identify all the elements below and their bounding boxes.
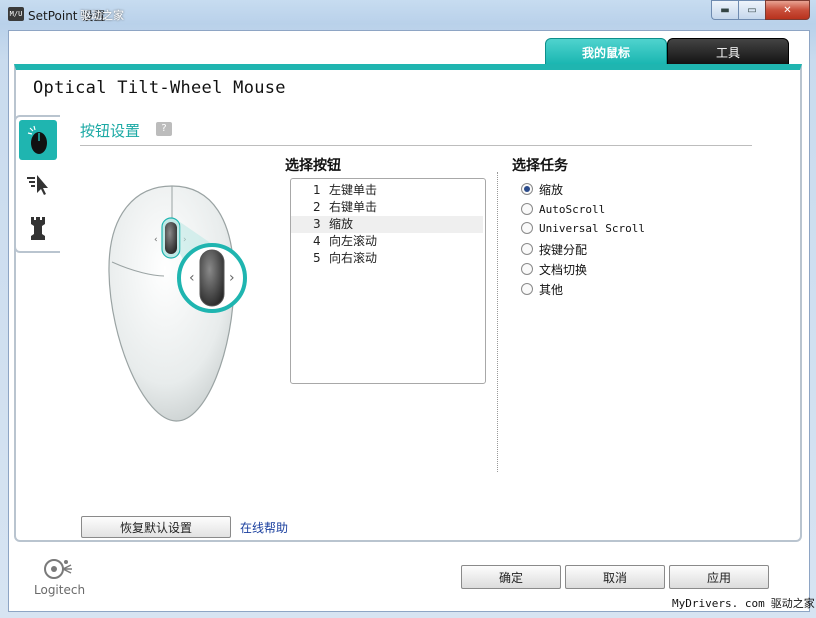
cancel-button[interactable]: 取消	[565, 565, 665, 589]
task-option-label: Universal Scroll	[539, 221, 645, 235]
watermark-cn: 驱动之家	[770, 597, 815, 610]
svg-text:›: ›	[229, 270, 235, 286]
button-list[interactable]: 1 左键单击 2 右键单击 3 缩放 4 向左滚动 5 向右滚动	[290, 178, 486, 384]
list-item-number: 4	[313, 234, 321, 248]
task-option-label: 文档切换	[539, 262, 588, 277]
list-item-selected[interactable]: 3 缩放	[291, 216, 483, 233]
side-tab-buttons[interactable]	[19, 120, 57, 160]
list-item-number: 3	[313, 217, 321, 231]
mouse-illustration: ‹ › ‹ ›	[104, 180, 254, 430]
window-controls: ▬ ▭ ✕	[711, 0, 810, 20]
list-item-number: 2	[313, 200, 321, 214]
list-item-label: 右键单击	[329, 200, 378, 214]
list-item[interactable]: 1 左键单击	[291, 182, 483, 199]
mouse-buttons-icon	[27, 125, 47, 154]
radio-button[interactable]	[521, 263, 533, 275]
help-icon[interactable]: ?	[156, 122, 172, 136]
radio-button[interactable]	[521, 183, 533, 195]
task-option-universal-scroll[interactable]: Universal Scroll	[521, 220, 645, 236]
select-button-title: 选择按钮	[285, 158, 341, 174]
list-item[interactable]: 4 向左滚动	[291, 233, 483, 250]
radio-button[interactable]	[521, 203, 533, 215]
list-item-label: 左键单击	[329, 183, 378, 197]
list-item[interactable]: 5 向右滚动	[291, 250, 483, 267]
section-title: 按钮设置	[80, 122, 141, 140]
title-bar: M/U SetPoint 设置 驱动之家 ▬ ▭ ✕	[0, 0, 816, 28]
list-item-label: 向右滚动	[329, 251, 378, 265]
task-option-keystroke[interactable]: 按键分配	[521, 241, 587, 257]
tab-my-mouse[interactable]: 我的鼠标	[545, 38, 667, 66]
task-option-doc-switch[interactable]: 文档切换	[521, 261, 587, 277]
svg-text:‹: ‹	[154, 235, 158, 245]
ok-button[interactable]: 确定	[461, 565, 561, 589]
radio-button[interactable]	[521, 283, 533, 295]
watermark-overlay: 驱动之家	[80, 9, 124, 22]
app-icon: M/U	[8, 7, 24, 21]
online-help-link[interactable]: 在线帮助	[240, 519, 288, 536]
restore-defaults-button[interactable]: 恢复默认设置	[81, 516, 231, 538]
radio-button[interactable]	[521, 243, 533, 255]
tab-tools[interactable]: 工具	[667, 38, 789, 66]
bottom-watermark: MyDrivers. com 驱动之家	[672, 595, 815, 611]
setpoint-window: M/U SetPoint 设置 驱动之家 ▬ ▭ ✕ 我的鼠标 工具 Optic…	[0, 0, 816, 618]
task-option-label: 按键分配	[539, 242, 588, 257]
list-item-label: 缩放	[329, 217, 354, 231]
list-item-label: 向左滚动	[329, 234, 378, 248]
radio-button[interactable]	[521, 222, 533, 234]
task-option-zoom[interactable]: 缩放	[521, 181, 563, 197]
select-task-title: 选择任务	[512, 158, 568, 174]
apply-button[interactable]: 应用	[669, 565, 769, 589]
mouse-image: ‹ › ‹ ›	[108, 185, 247, 422]
list-item-number: 1	[313, 183, 321, 197]
pointer-icon	[27, 175, 48, 195]
watermark-en: MyDrivers. com	[672, 597, 765, 610]
task-option-other[interactable]: 其他	[521, 281, 563, 297]
list-item-number: 5	[313, 251, 321, 265]
logitech-text: Logitech	[34, 583, 86, 597]
task-option-autoscroll[interactable]: AutoScroll	[521, 201, 605, 217]
device-name: Optical Tilt-Wheel Mouse	[33, 78, 286, 98]
column-separator	[497, 172, 498, 472]
section-divider	[80, 145, 752, 146]
side-tab-game[interactable]	[19, 208, 57, 248]
task-option-label: 其他	[539, 282, 564, 297]
logitech-logo-icon	[44, 559, 72, 579]
side-tab-strip	[14, 115, 60, 253]
side-tab-pointer[interactable]	[19, 164, 57, 204]
svg-text:‹: ‹	[189, 270, 195, 286]
game-icon	[31, 217, 45, 240]
close-button[interactable]: ✕	[765, 0, 810, 20]
maximize-button[interactable]: ▭	[738, 0, 765, 20]
minimize-button[interactable]: ▬	[711, 0, 738, 20]
task-option-label: AutoScroll	[539, 202, 606, 216]
task-option-label: 缩放	[539, 182, 564, 197]
list-item[interactable]: 2 右键单击	[291, 199, 483, 216]
